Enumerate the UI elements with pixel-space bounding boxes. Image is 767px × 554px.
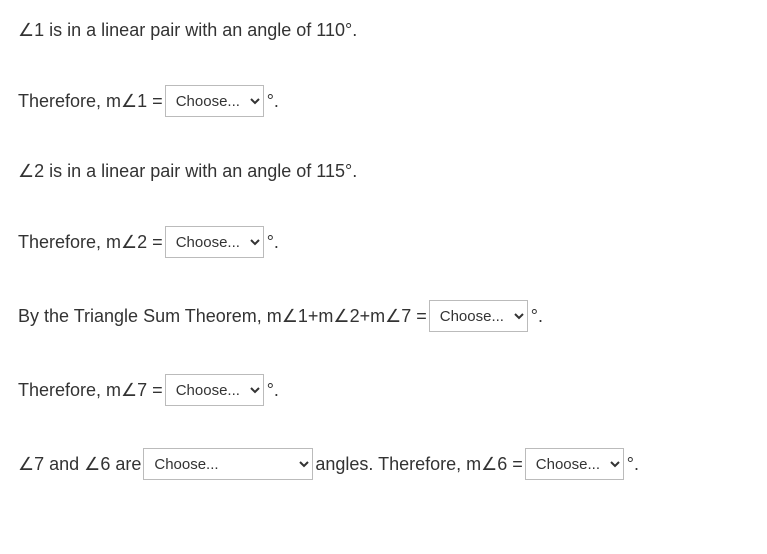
text-mid-7: angles. Therefore, m∠6 =	[315, 452, 522, 477]
statement-line-4: Therefore, m∠2 = Choose... °.	[18, 226, 749, 258]
select-angle-6[interactable]: Choose...	[525, 448, 624, 480]
statement-line-6: Therefore, m∠7 = Choose... °.	[18, 374, 749, 406]
select-angle-relationship[interactable]: Choose...	[143, 448, 313, 480]
degree-suffix-4: °.	[267, 230, 279, 255]
text-prefix-6: Therefore, m∠7 =	[18, 378, 163, 403]
text-statement-1: ∠1 is in a linear pair with an angle of …	[18, 18, 357, 43]
statement-line-5: By the Triangle Sum Theorem, m∠1+m∠2+m∠7…	[18, 300, 749, 332]
select-angle-7[interactable]: Choose...	[165, 374, 264, 406]
degree-suffix-5: °.	[531, 304, 543, 329]
select-angle-1[interactable]: Choose...	[165, 85, 264, 117]
text-prefix-7: ∠7 and ∠6 are	[18, 452, 141, 477]
statement-line-7: ∠7 and ∠6 are Choose... angles. Therefor…	[18, 448, 749, 480]
select-angle-2[interactable]: Choose...	[165, 226, 264, 258]
text-prefix-4: Therefore, m∠2 =	[18, 230, 163, 255]
text-statement-3: ∠2 is in a linear pair with an angle of …	[18, 159, 357, 184]
degree-suffix-7: °.	[627, 452, 639, 477]
select-triangle-sum[interactable]: Choose...	[429, 300, 528, 332]
text-prefix-2: Therefore, m∠1 =	[18, 89, 163, 114]
statement-line-3: ∠2 is in a linear pair with an angle of …	[18, 159, 749, 184]
statement-line-2: Therefore, m∠1 = Choose... °.	[18, 85, 749, 117]
text-prefix-5: By the Triangle Sum Theorem, m∠1+m∠2+m∠7…	[18, 304, 427, 329]
statement-line-1: ∠1 is in a linear pair with an angle of …	[18, 18, 749, 43]
degree-suffix-2: °.	[267, 89, 279, 114]
degree-suffix-6: °.	[267, 378, 279, 403]
